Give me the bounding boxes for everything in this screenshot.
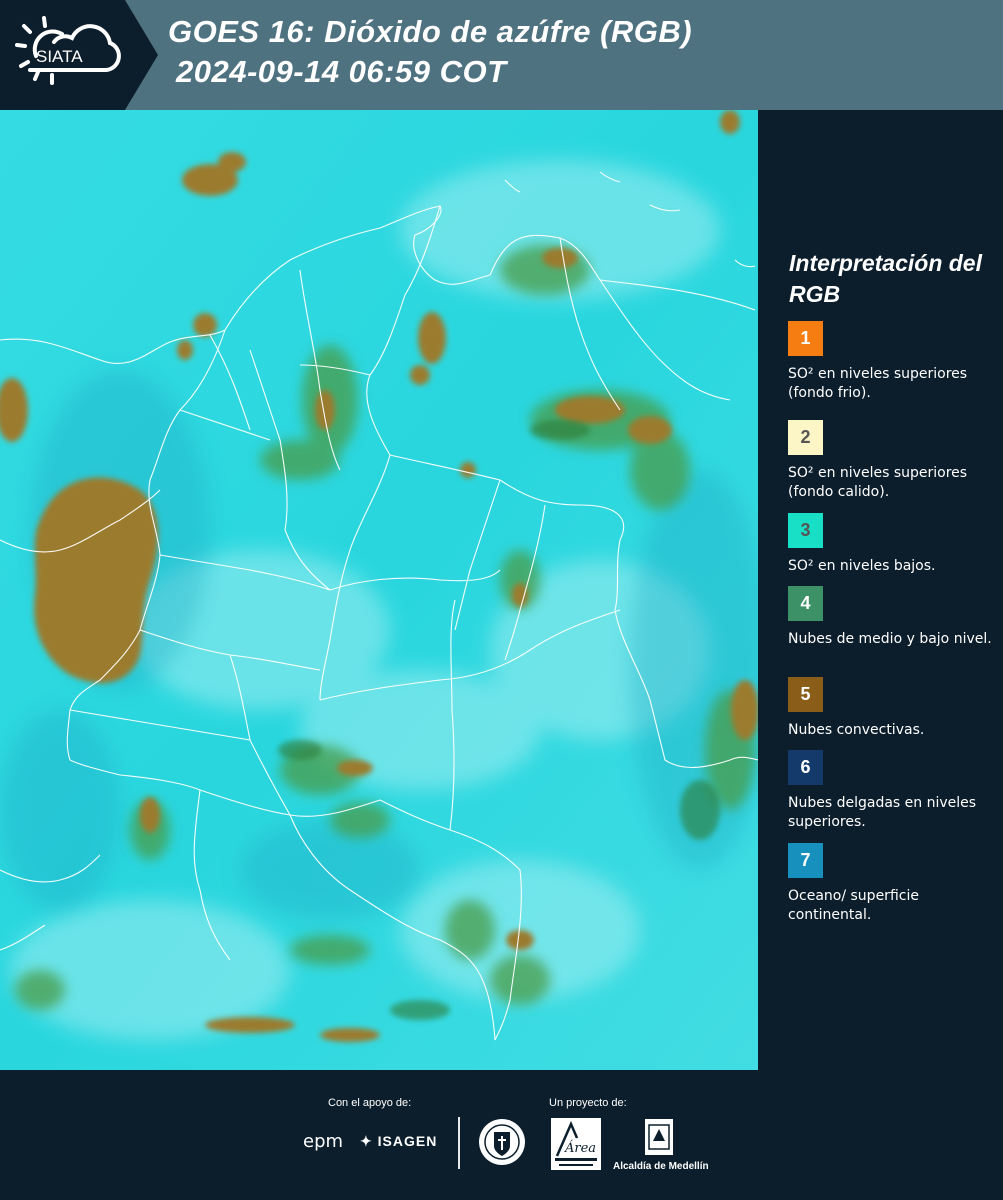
legend-swatch-5: 5	[788, 677, 823, 712]
legend-swatch-6: 6	[788, 750, 823, 785]
legend-item-2: 2 SO² en niveles superiores (fondo calid…	[788, 420, 993, 502]
page-title: GOES 16: Dióxido de azúfre (RGB)	[168, 14, 693, 49]
legend-item-6: 6 Nubes delgadas en niveles superiores.	[788, 750, 993, 832]
alcaldia-building-icon	[645, 1119, 673, 1155]
alcaldia-label: Alcaldía de Medellín	[613, 1161, 709, 1172]
legend-label-7: Oceano/ superficie continental.	[788, 888, 919, 923]
legend-item-5: 5 Nubes convectivas.	[788, 677, 993, 740]
legend-item-3: 3 SO² en niveles bajos.	[788, 513, 993, 576]
legend-swatch-2: 2	[788, 420, 823, 455]
footer: Con el apoyo de: Un proyecto de: epm ✦ I…	[0, 1070, 1003, 1200]
medellin-seal-icon	[479, 1119, 525, 1165]
legend-label-1: SO² en niveles superiores (fondo frio).	[788, 366, 968, 401]
area-logo-text: Área	[564, 1140, 596, 1156]
legend-label-6: Nubes delgadas en niveles superiores.	[788, 795, 977, 830]
header: SIATA GOES 16: Dióxido de azúfre (RGB) 2…	[0, 0, 1003, 110]
legend-label-4: Nubes de medio y bajo nivel.	[788, 631, 992, 647]
siata-sun-cloud-icon: SIATA	[15, 16, 121, 85]
legend-title: Interpretación del RGB	[789, 250, 982, 307]
legend-label-5: Nubes convectivas.	[788, 722, 925, 738]
timestamp: 2024-09-14 06:59 COT	[176, 54, 507, 89]
legend-swatch-3: 3	[788, 513, 823, 548]
legend-item-4: 4 Nubes de medio y bajo nivel.	[788, 586, 993, 649]
so2-rgb-satellite-map	[0, 110, 758, 1070]
legend-label-2: SO² en niveles superiores (fondo calido)…	[788, 465, 968, 500]
isagen-logo-text: ISAGEN	[377, 1133, 438, 1149]
siata-logo-text: SIATA	[36, 47, 83, 66]
alcaldia-medellin-logo: Alcaldía de Medellín	[613, 1117, 709, 1173]
support-label: Con el apoyo de:	[328, 1097, 412, 1109]
satellite-image	[0, 110, 758, 1070]
area-metropolitana-logo: Área	[551, 1118, 601, 1170]
project-label: Un proyecto de:	[549, 1097, 627, 1109]
siata-logo: SIATA	[0, 0, 158, 110]
isagen-mark-icon: ✦	[360, 1133, 373, 1149]
legend-swatch-7: 7	[788, 843, 823, 878]
legend-label-3: SO² en niveles bajos.	[788, 558, 936, 574]
legend-item-1: 1 SO² en niveles superiores (fondo frio)…	[788, 321, 993, 403]
legend-swatch-1: 1	[788, 321, 823, 356]
footer-divider	[458, 1117, 460, 1169]
legend-item-7: 7 Oceano/ superficie continental.	[788, 843, 993, 925]
epm-logo: epm	[303, 1131, 344, 1152]
isagen-logo: ✦ ISAGEN	[360, 1133, 437, 1150]
legend-swatch-4: 4	[788, 586, 823, 621]
legend-panel: Interpretación del RGB 1 SO² en niveles …	[758, 110, 1003, 1070]
